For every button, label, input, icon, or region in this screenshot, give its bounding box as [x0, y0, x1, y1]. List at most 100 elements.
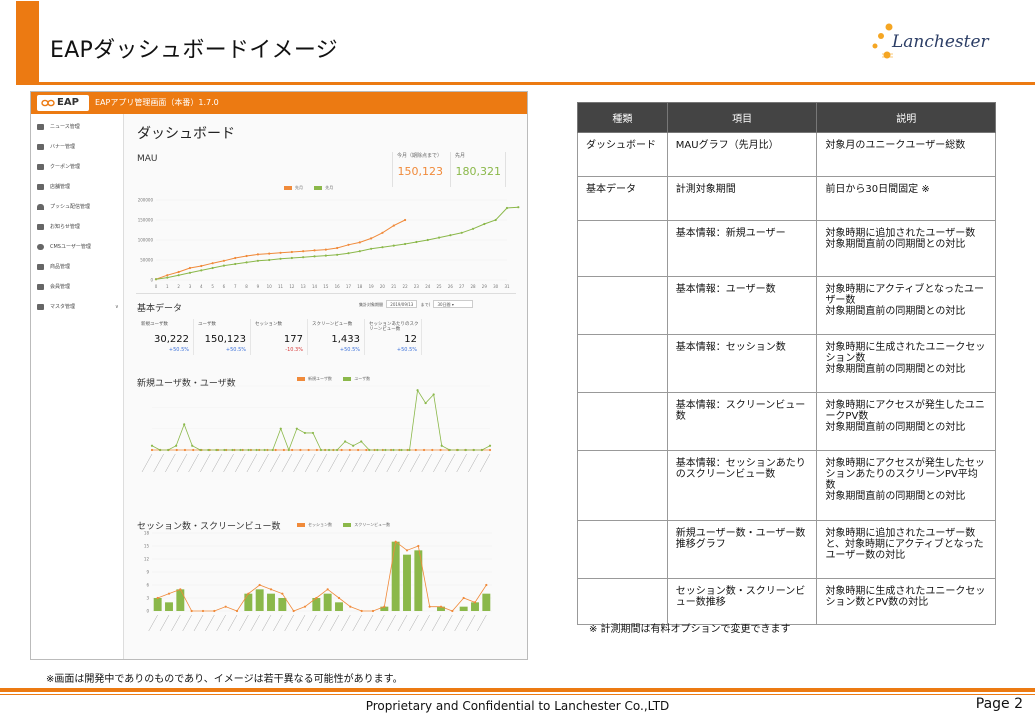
slide-title: EAPダッシュボードイメージ — [50, 38, 338, 63]
x-tick-label — [200, 453, 211, 473]
x-tick-label — [398, 453, 409, 473]
sidebar-item-label: CMSユーザー管理 — [50, 244, 91, 250]
session-chart-legend: セッション数 スクリーンビュー数 — [287, 522, 390, 528]
table-cell-desc: 対象時期にアクセスが発生したセッションあたりのスクリーンPV平均数 対象期間直前… — [816, 450, 996, 521]
data-point — [315, 596, 318, 600]
period-range-select[interactable]: 30日間 ▾ — [433, 300, 474, 308]
sidebar-item-coupon[interactable]: クーポン管理 — [37, 161, 80, 173]
table-cell-desc: 対象時期にアクセスが発生したユニークPV数 対象期間直前の同期間との対比 — [816, 392, 996, 451]
data-point — [311, 431, 315, 435]
legend-label: スクリーンビュー数 — [354, 522, 391, 527]
kpi-card-delta: +50.5% — [396, 347, 417, 353]
sidebar-item-members[interactable]: 会員管理 — [37, 281, 70, 293]
data-point — [403, 242, 407, 246]
x-tick-label: 24 — [425, 284, 431, 289]
y-tick-label: 100000 — [138, 238, 154, 243]
x-tick-label — [465, 614, 476, 632]
mau-current-value: 150,123 — [397, 165, 444, 178]
bar — [278, 598, 287, 611]
app-logo-text: EAP — [57, 97, 79, 108]
data-point — [247, 592, 250, 595]
table-cell-item: 基本情報：セッションあたりのスクリーンビュー数 — [666, 450, 818, 521]
legend-label: ユーザ数 — [354, 376, 371, 381]
table-cell-desc: 対象時期に追加されたユーザー数と、対象時期にアクティブとなったユーザー数の対比 — [816, 520, 996, 579]
bar — [459, 606, 468, 611]
x-tick-label — [444, 453, 456, 473]
data-point — [405, 549, 409, 552]
x-tick-label — [261, 614, 272, 632]
x-tick-label — [307, 614, 317, 632]
table-row: 基本情報：セッション数 対象時期に生成されたユニークセッション数 対象期間直前の同… — [577, 334, 996, 393]
sidebar-item-master[interactable]: マスタ管理 ∨ — [37, 301, 119, 313]
data-point — [303, 431, 307, 435]
kpi-card-value: 12 — [404, 334, 417, 345]
period-date-input[interactable]: 2019/09/13 — [386, 300, 418, 308]
footer-text: Proprietary and Confidential to Lanchest… — [365, 699, 670, 713]
data-point — [347, 252, 350, 255]
sidebar-item-banner[interactable]: バナー管理 — [37, 141, 75, 153]
data-point — [414, 448, 417, 452]
period-selector: 集計対象期間 2019/09/13 まで( 30日間 ▾ — [359, 300, 475, 308]
kpi-card-value: 1,433 — [331, 334, 360, 345]
y-tick-label: 150000 — [138, 218, 154, 223]
data-point — [505, 206, 509, 210]
y-tick-label: 6 — [146, 583, 149, 588]
kpi-card-value: 30,222 — [154, 334, 189, 345]
bar — [165, 602, 173, 611]
table-cell-kind — [577, 220, 668, 277]
sidebar-item-cms-user[interactable]: CMSユーザー管理 — [37, 241, 91, 253]
x-tick-label — [176, 453, 188, 473]
table-cell-item: 新規ユーザー数・ユーザー数推移グラフ — [666, 520, 818, 579]
series-line — [151, 389, 491, 452]
data-point — [166, 274, 169, 277]
table-row: セッション数・スクリーンビュー数推移 対象時期に生成されたユニークセッション数とP… — [577, 578, 996, 625]
x-tick-label: 31 — [504, 284, 510, 289]
data-point — [287, 448, 290, 452]
sidebar-item-product[interactable]: 商品管理 — [37, 261, 70, 273]
data-point — [416, 389, 419, 392]
data-point — [150, 444, 154, 447]
data-point — [488, 444, 492, 447]
kpi-card-delta: -10.3% — [285, 347, 303, 353]
mau-legend: 先月 先月 — [274, 185, 333, 191]
sidebar-item-label: マスタ管理 — [50, 304, 76, 310]
table-cell-item: 基本情報：ユーザー数 — [666, 276, 818, 335]
sidebar-item-store[interactable]: 店舗管理 — [37, 181, 70, 193]
sidebar-item-label: バナー管理 — [50, 144, 76, 150]
x-tick-label — [141, 453, 153, 473]
data-point — [384, 448, 387, 452]
table-cell-desc: 対象時期に追加されたユーザー数 対象期間直前の同期間との対比 — [816, 220, 996, 277]
data-point — [177, 270, 180, 274]
data-point — [302, 256, 305, 259]
data-point — [424, 401, 427, 405]
data-point — [464, 448, 467, 452]
bar — [176, 589, 185, 611]
data-point — [255, 448, 258, 452]
data-point — [472, 448, 476, 452]
x-tick-label — [171, 614, 181, 632]
mau-current-box: 今月（期除点まで） 150,123 — [392, 152, 447, 187]
table-row: 基本情報：ユーザー数 対象時期にアクティブとなったユーザー数 対象期間直前の同期間… — [577, 276, 996, 335]
data-point — [200, 264, 203, 268]
data-point — [394, 540, 397, 543]
x-tick-label — [318, 614, 328, 632]
sidebar-item-push[interactable]: プッシュ配信管理 — [37, 201, 90, 213]
sidebar-item-news[interactable]: ニュース管理 — [37, 121, 80, 133]
data-point — [307, 448, 310, 452]
app-logo[interactable]: EAP — [37, 95, 89, 111]
x-tick-label — [363, 614, 374, 632]
x-tick-label — [205, 614, 215, 632]
table-cell-desc: 対象時期に生成されたユニークセッション数 対象期間直前の同期間との対比 — [816, 334, 996, 393]
x-tick-label — [433, 453, 444, 473]
data-point — [494, 218, 497, 222]
series-line — [155, 206, 519, 280]
store-icon — [37, 183, 44, 190]
sidebar-item-notice[interactable]: お知らせ管理 — [37, 221, 80, 233]
data-point — [211, 262, 214, 265]
users-chart — [141, 385, 492, 473]
x-tick-label — [304, 453, 316, 473]
period-label: 集計対象期間 — [359, 302, 383, 307]
data-point — [258, 583, 261, 587]
x-tick-label: 17 — [346, 284, 352, 289]
bell-icon — [37, 203, 44, 210]
